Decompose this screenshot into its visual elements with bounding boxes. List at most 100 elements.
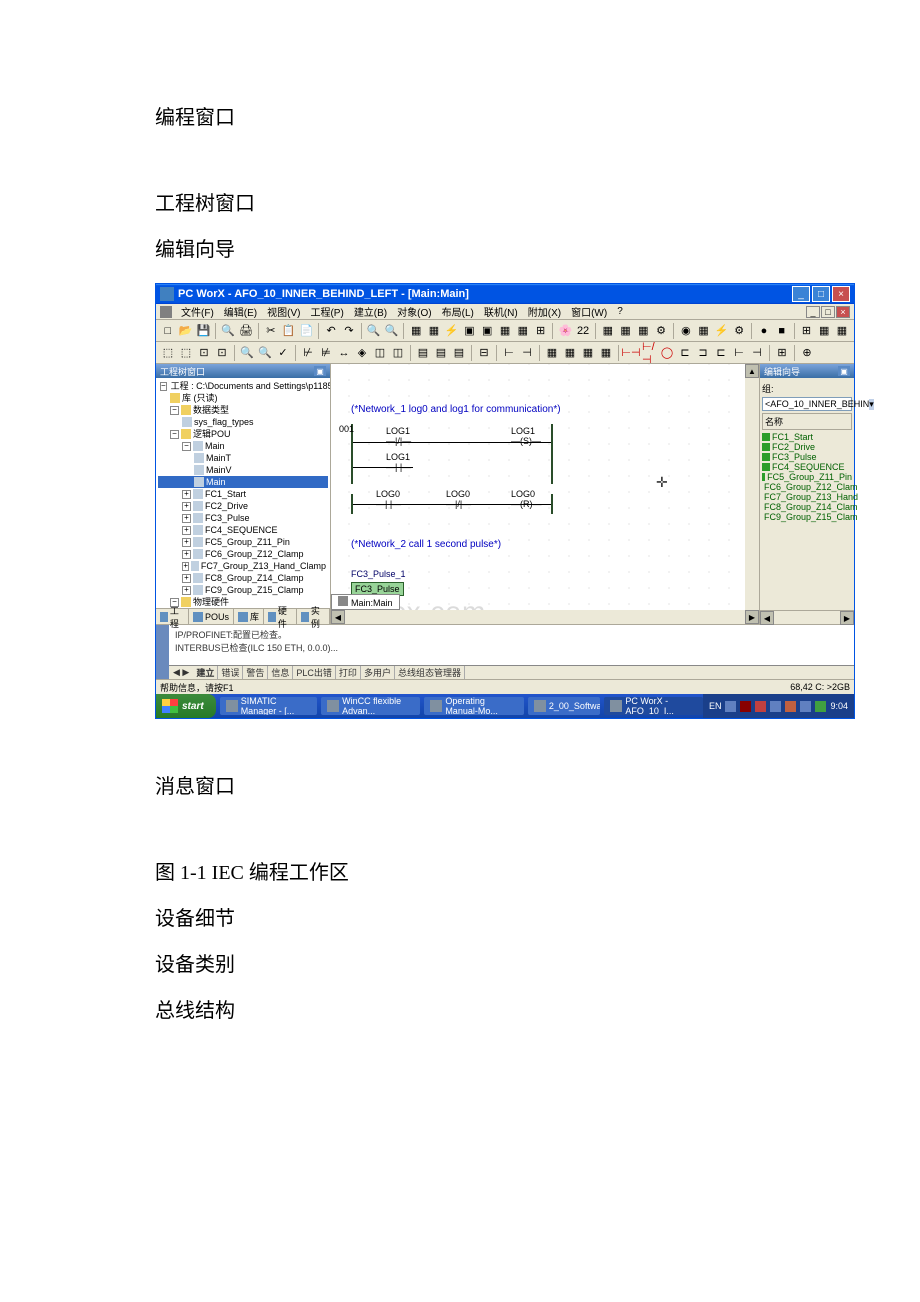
toolbar-icon[interactable]: 22	[575, 323, 591, 339]
menu-help[interactable]: ?	[613, 306, 627, 317]
toolbar-icon[interactable]: ▦	[600, 323, 616, 339]
print-preview-icon[interactable]: 🔍	[220, 323, 236, 339]
toolbar-icon[interactable]: ⬚	[160, 345, 176, 361]
tree-fc4[interactable]: +FC4_SEQUENCE	[158, 524, 328, 536]
msg-tab-plcerror[interactable]: PLC出错	[293, 666, 336, 679]
tree-root[interactable]: −工程 : C:\Documents and Settings\p11852\D…	[158, 380, 328, 392]
tree-tab-inst[interactable]: 实例	[297, 609, 330, 624]
mdi-minimize-button[interactable]: _	[806, 306, 820, 318]
toolbar-icon[interactable]: ▤	[451, 345, 467, 361]
msg-tab-multiuser[interactable]: 多用户	[361, 666, 395, 679]
msg-tab-build[interactable]: 建立	[193, 666, 218, 679]
new-icon[interactable]: □	[160, 323, 176, 339]
tree-sys-flag[interactable]: sys_flag_types	[158, 416, 328, 428]
print-icon[interactable]: 🖨	[238, 323, 254, 339]
tray-icon[interactable]	[755, 701, 766, 712]
tray-icon[interactable]	[740, 701, 751, 712]
editor-panel[interactable]: (*Network_1 log0 and log1 for communicat…	[331, 364, 759, 624]
contact-log0-2[interactable]: LOG0—|/|—	[446, 489, 471, 509]
tree-tab-hw[interactable]: 硬件	[264, 609, 297, 624]
language-indicator[interactable]: EN	[709, 701, 722, 711]
copy-icon[interactable]: 📋	[281, 323, 297, 339]
contact-icon[interactable]: ⊢⊣	[623, 345, 639, 361]
toolbar-icon[interactable]: ↔	[336, 345, 352, 361]
tree-fc5[interactable]: +FC5_Group_Z11_Pin	[158, 536, 328, 548]
play-icon[interactable]: ●	[756, 323, 772, 339]
menu-edit[interactable]: 编辑(E)	[220, 304, 261, 319]
menu-object[interactable]: 对象(O)	[393, 304, 435, 319]
toolbar-icon[interactable]: ▣	[479, 323, 495, 339]
tree-panel-close-button[interactable]: ▣	[314, 366, 326, 376]
toolbar-icon[interactable]: ⊣	[519, 345, 535, 361]
maximize-button[interactable]: □	[812, 286, 830, 302]
toolbar-icon[interactable]: ▦	[834, 323, 850, 339]
toolbar-icon[interactable]: ⊞	[774, 345, 790, 361]
toolbar-icon[interactable]: ▦	[618, 323, 634, 339]
taskbar-item-wincc[interactable]: WinCC flexible Advan...	[321, 697, 420, 715]
tree-fc9[interactable]: +FC9_Group_Z15_Clamp	[158, 584, 328, 596]
start-button[interactable]: start	[156, 694, 216, 718]
tree-main[interactable]: −Main	[158, 440, 328, 452]
wizard-item-fc9[interactable]: FC9_Group_Z15_Clam	[762, 512, 852, 522]
menu-window[interactable]: 窗口(W)	[567, 304, 611, 319]
cut-icon[interactable]: ✂	[263, 323, 279, 339]
message-vertical-tabs[interactable]	[156, 625, 169, 679]
wizard-item-fc5[interactable]: FC5_Group_Z11_Pin	[762, 472, 852, 482]
toolbar-icon[interactable]: ▦	[696, 323, 712, 339]
tray-icon[interactable]	[770, 701, 781, 712]
scroll-up-icon[interactable]: ▲	[745, 364, 759, 378]
taskbar-item-simatic[interactable]: SIMATIC Manager - [...	[220, 697, 317, 715]
toolbar-icon[interactable]: ⚙	[731, 323, 747, 339]
tree-fc3[interactable]: +FC3_Pulse	[158, 512, 328, 524]
coil-log0[interactable]: LOG0—(R)—	[511, 489, 542, 509]
tree-pou[interactable]: −逻辑POU	[158, 428, 328, 440]
toolbar-icon[interactable]: ⊏	[713, 345, 729, 361]
save-icon[interactable]: 💾	[196, 323, 212, 339]
tree-tab-pous[interactable]: POUs	[189, 609, 234, 624]
toolbar-icon[interactable]: ⊣	[749, 345, 765, 361]
toolbar-icon[interactable]: ⊢	[731, 345, 747, 361]
tree-fc8[interactable]: +FC8_Group_Z14_Clamp	[158, 572, 328, 584]
open-icon[interactable]: 📂	[178, 323, 194, 339]
toolbar-icon[interactable]: ▦	[635, 323, 651, 339]
toolbar-icon[interactable]: ⊞	[533, 323, 549, 339]
tree-tab-project[interactable]: 工程	[156, 609, 189, 624]
editor-tab-main[interactable]: Main:Main	[331, 594, 400, 610]
coil-log1[interactable]: LOG1—(S)—	[511, 426, 541, 446]
editor-scrollbar-vertical[interactable]: ▲	[745, 364, 759, 624]
wizard-item-fc1[interactable]: FC1_Start	[762, 432, 852, 442]
toolbar-icon[interactable]: ▦	[562, 345, 578, 361]
stop-icon[interactable]: ■	[774, 323, 790, 339]
wizard-item-fc3[interactable]: FC3_Pulse	[762, 452, 852, 462]
msg-tab-bus[interactable]: 总线组态管理器	[395, 666, 465, 679]
toolbar-icon[interactable]: ⊟	[476, 345, 492, 361]
mdi-restore-button[interactable]: □	[821, 306, 835, 318]
dropdown-icon[interactable]: ▾	[869, 399, 874, 410]
toolbar-icon[interactable]: ◈	[354, 345, 370, 361]
zoom-out-icon[interactable]: 🔍	[384, 323, 400, 339]
redo-icon[interactable]: ↷	[341, 323, 357, 339]
scroll-left-icon[interactable]: ◀	[760, 611, 774, 625]
toolbar-icon[interactable]: ◫	[390, 345, 406, 361]
toolbar-icon[interactable]: ▦	[580, 345, 596, 361]
toolbar-icon[interactable]: ⚡	[444, 323, 460, 339]
mdi-close-button[interactable]: ×	[836, 306, 850, 318]
toolbar-icon[interactable]: ▤	[433, 345, 449, 361]
editor-scrollbar-horizontal[interactable]: ◀ ▶	[331, 610, 759, 624]
tree-fc7[interactable]: +FC7_Group_Z13_Hand_Clamp	[158, 560, 328, 572]
msg-tab-error[interactable]: 错误	[218, 666, 243, 679]
wizard-item-fc2[interactable]: FC2_Drive	[762, 442, 852, 452]
tree-main-selected[interactable]: Main	[158, 476, 328, 488]
toolbar-icon[interactable]: ▦	[544, 345, 560, 361]
menu-extras[interactable]: 附加(X)	[524, 304, 565, 319]
contact-log0[interactable]: LOG0—| |—	[376, 489, 401, 509]
menu-layout[interactable]: 布局(L)	[438, 304, 478, 319]
toolbar-icon[interactable]: ⚡	[714, 323, 730, 339]
toolbar-icon[interactable]: ▦	[426, 323, 442, 339]
scroll-right-icon[interactable]: ▶	[745, 610, 759, 624]
toolbar-icon[interactable]: ⊡	[214, 345, 230, 361]
wizard-item-fc7[interactable]: FC7_Group_Z13_Hand	[762, 492, 852, 502]
tray-icon[interactable]	[725, 701, 736, 712]
toolbar-icon[interactable]: 🔍	[239, 345, 255, 361]
clock[interactable]: 9:04	[830, 701, 848, 711]
